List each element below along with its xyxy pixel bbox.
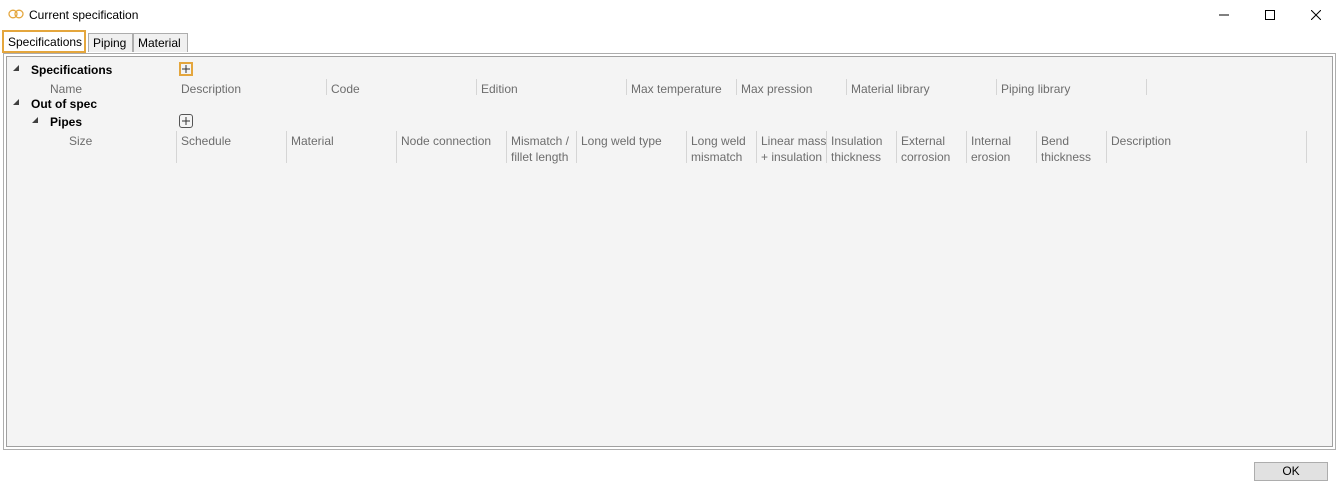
add-pipe-button[interactable] xyxy=(179,114,193,128)
column-header-long-weld-mismatch-line2: mismatch xyxy=(691,150,743,164)
column-header-bend-thickness-line1: Bend xyxy=(1041,134,1070,148)
content-panel: Specifications Name Description Code Edi… xyxy=(3,53,1336,450)
collapse-arrow-icon[interactable] xyxy=(32,117,38,123)
column-header-linear-mass-line2: + insulation xyxy=(761,150,823,164)
column-separator xyxy=(576,131,577,163)
maximize-button[interactable] xyxy=(1247,0,1293,30)
column-separator xyxy=(626,79,627,95)
column-header-long-weld-mismatch-line1: Long weld xyxy=(691,134,746,148)
column-header-schedule: Schedule xyxy=(181,134,232,148)
column-header-linear-mass-line1: Linear mass xyxy=(761,134,827,148)
column-separator xyxy=(736,79,737,95)
close-button[interactable] xyxy=(1293,0,1339,30)
column-header-node-connection: Node connection xyxy=(401,134,492,148)
column-separator xyxy=(686,131,687,163)
window-title: Current specification xyxy=(29,8,139,22)
column-header-edition: Edition xyxy=(481,82,518,96)
title-bar: Current specification xyxy=(0,0,1339,30)
column-separator xyxy=(966,131,967,163)
column-header-max-pression: Max pression xyxy=(741,82,813,96)
column-separator xyxy=(1146,79,1147,95)
column-header-external-corrosion-line2: corrosion xyxy=(901,150,951,164)
column-separator xyxy=(476,79,477,95)
collapse-arrow-icon[interactable] xyxy=(13,65,19,71)
collapse-arrow-icon[interactable] xyxy=(13,99,19,105)
maximize-icon xyxy=(1265,10,1275,20)
column-header-long-weld-type: Long weld type xyxy=(581,134,662,148)
column-separator xyxy=(826,131,827,163)
tab-piping[interactable]: Piping xyxy=(88,33,133,52)
column-header-size: Size xyxy=(69,134,93,148)
column-header-pipe-description: Description xyxy=(1111,134,1172,148)
tab-specifications[interactable]: Specifications xyxy=(2,30,86,53)
minimize-button[interactable] xyxy=(1201,0,1247,30)
column-header-internal-erosion-line2: erosion xyxy=(971,150,1011,164)
two-rings-icon xyxy=(8,9,24,19)
column-separator xyxy=(846,79,847,95)
tree-grid[interactable]: Specifications Name Description Code Edi… xyxy=(6,56,1333,447)
minimize-icon xyxy=(1219,14,1229,16)
column-separator xyxy=(896,131,897,163)
column-separator xyxy=(326,79,327,95)
column-header-bend-thickness-line2: thickness xyxy=(1041,150,1092,164)
specifications-label: Specifications xyxy=(31,63,113,77)
column-header-insulation-line2: thickness xyxy=(831,150,882,164)
column-separator xyxy=(176,131,177,163)
add-specification-button[interactable] xyxy=(179,62,193,76)
column-separator xyxy=(756,131,757,163)
column-separator xyxy=(396,131,397,163)
close-icon xyxy=(1311,10,1321,20)
tab-material[interactable]: Material xyxy=(133,33,188,52)
column-separator xyxy=(286,131,287,163)
column-header-piping-library: Piping library xyxy=(1001,82,1071,96)
ok-button[interactable]: OK xyxy=(1254,462,1328,481)
column-header-external-corrosion-line1: External xyxy=(901,134,946,148)
out-of-spec-label: Out of spec xyxy=(31,97,98,111)
column-separator xyxy=(506,131,507,163)
column-header-mismatch-line2: fillet length xyxy=(511,150,569,164)
column-header-material-library: Material library xyxy=(851,82,930,96)
column-header-description: Description xyxy=(181,82,242,96)
column-header-internal-erosion-line1: Internal xyxy=(971,134,1012,148)
column-separator xyxy=(1036,131,1037,163)
column-separator xyxy=(996,79,997,95)
plus-icon xyxy=(182,117,190,125)
pipes-label: Pipes xyxy=(50,115,83,129)
plus-icon xyxy=(182,65,190,73)
column-header-max-temperature: Max temperature xyxy=(631,82,722,96)
column-separator xyxy=(1306,131,1307,163)
dialog-window: Current specification Specifications Pip… xyxy=(0,0,1339,490)
column-separator xyxy=(1106,131,1107,163)
column-header-insulation-line1: Insulation xyxy=(831,134,883,148)
column-header-code: Code xyxy=(331,82,360,96)
column-header-material: Material xyxy=(291,134,334,148)
column-header-name: Name xyxy=(50,82,83,96)
column-header-mismatch-line1: Mismatch / xyxy=(511,134,570,148)
